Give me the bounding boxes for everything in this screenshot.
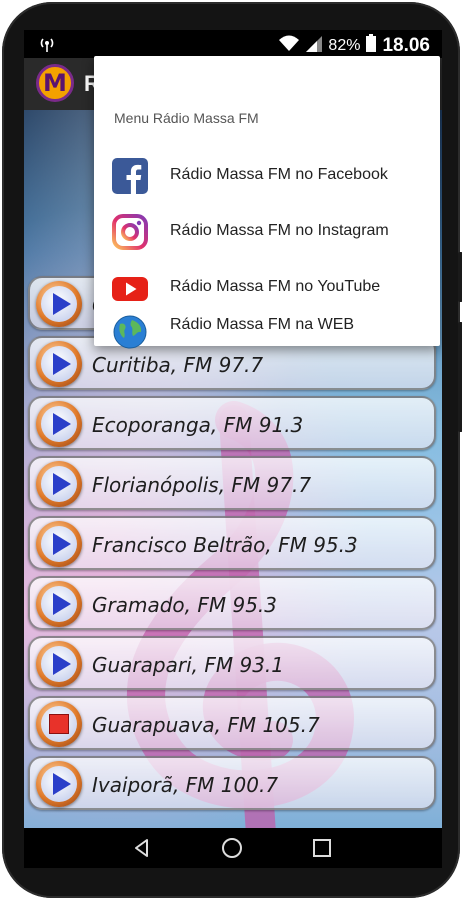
- play-button[interactable]: [36, 581, 82, 627]
- play-icon: [41, 586, 77, 622]
- play-icon: [41, 346, 77, 382]
- clock: 18.06: [382, 34, 430, 56]
- station-label: Ecoporanga, FM 91.3: [92, 413, 304, 437]
- stop-button[interactable]: [36, 701, 82, 747]
- app-logo: M: [36, 64, 74, 102]
- play-icon: [41, 766, 77, 802]
- battery-icon: [366, 34, 377, 57]
- play-button[interactable]: [36, 461, 82, 507]
- menu-item-label: Rádio Massa FM no Instagram: [170, 222, 389, 239]
- home-icon[interactable]: [220, 836, 244, 860]
- menu-item-facebook[interactable]: Rádio Massa FM no Facebook: [94, 148, 440, 204]
- broadcast-icon: [38, 35, 56, 58]
- status-bar: 82% 18.06: [24, 30, 442, 58]
- play-icon: [41, 526, 77, 562]
- station-label: Florianópolis, FM 97.7: [92, 473, 312, 497]
- station-row[interactable]: Francisco Beltrão, FM 95.3: [28, 516, 436, 570]
- station-list: CCuritiba, FM 97.7Ecoporanga, FM 91.3Flo…: [28, 276, 436, 816]
- station-row[interactable]: Guarapari, FM 93.1: [28, 636, 436, 690]
- station-row[interactable]: Ecoporanga, FM 91.3: [28, 396, 436, 450]
- play-icon: [41, 406, 77, 442]
- wifi-icon: [278, 34, 300, 57]
- station-label: Ivaiporã, FM 100.7: [92, 773, 279, 797]
- station-row[interactable]: Guarapuava, FM 105.7: [28, 696, 436, 750]
- play-icon: [41, 286, 77, 322]
- play-icon: [41, 466, 77, 502]
- station-row[interactable]: Florianópolis, FM 97.7: [28, 456, 436, 510]
- navigation-bar: [24, 828, 442, 868]
- instagram-icon: [112, 214, 148, 250]
- station-label: Guarapuava, FM 105.7: [92, 713, 320, 737]
- menu-item-label: Rádio Massa FM no Facebook: [170, 166, 388, 183]
- menu-title: Menu Rádio Massa FM: [114, 110, 259, 126]
- station-label: Francisco Beltrão, FM 95.3: [92, 533, 358, 557]
- menu-item-youtube[interactable]: Rádio Massa FM no YouTube: [94, 260, 440, 316]
- play-button[interactable]: [36, 341, 82, 387]
- battery-percent: 82%: [328, 36, 361, 54]
- screen: 82% 18.06 M R CCuri: [24, 30, 442, 868]
- phone-frame: 82% 18.06 M R CCuri: [2, 2, 462, 898]
- volume-button: [458, 322, 462, 432]
- back-icon[interactable]: [130, 836, 154, 860]
- play-button[interactable]: [36, 521, 82, 567]
- menu-item-label: Rádio Massa FM no YouTube: [170, 278, 381, 295]
- station-row[interactable]: Ivaiporã, FM 100.7: [28, 756, 436, 810]
- popup-menu: Menu Rádio Massa FM Rádio Massa FM no Fa…: [94, 56, 440, 349]
- station-label: Guarapari, FM 93.1: [92, 653, 285, 677]
- station-label: Gramado, FM 95.3: [92, 593, 278, 617]
- play-button[interactable]: [36, 281, 82, 327]
- facebook-icon: [112, 158, 148, 194]
- play-button[interactable]: [36, 761, 82, 807]
- globe-icon: [112, 314, 148, 350]
- station-label: Curitiba, FM 97.7: [92, 353, 264, 377]
- signal-icon: [306, 34, 323, 57]
- menu-item-instagram[interactable]: Rádio Massa FM no Instagram: [94, 204, 440, 260]
- youtube-icon: [112, 270, 148, 306]
- stop-icon: [41, 706, 77, 742]
- power-button: [458, 252, 462, 302]
- recents-icon[interactable]: [310, 836, 334, 860]
- menu-item-label: Rádio Massa FM na WEB: [170, 316, 355, 333]
- play-icon: [41, 646, 77, 682]
- station-row[interactable]: Gramado, FM 95.3: [28, 576, 436, 630]
- logo-letter: M: [43, 69, 67, 97]
- play-button[interactable]: [36, 401, 82, 447]
- play-button[interactable]: [36, 641, 82, 687]
- menu-item-web[interactable]: Rádio Massa FM na WEB: [94, 315, 440, 349]
